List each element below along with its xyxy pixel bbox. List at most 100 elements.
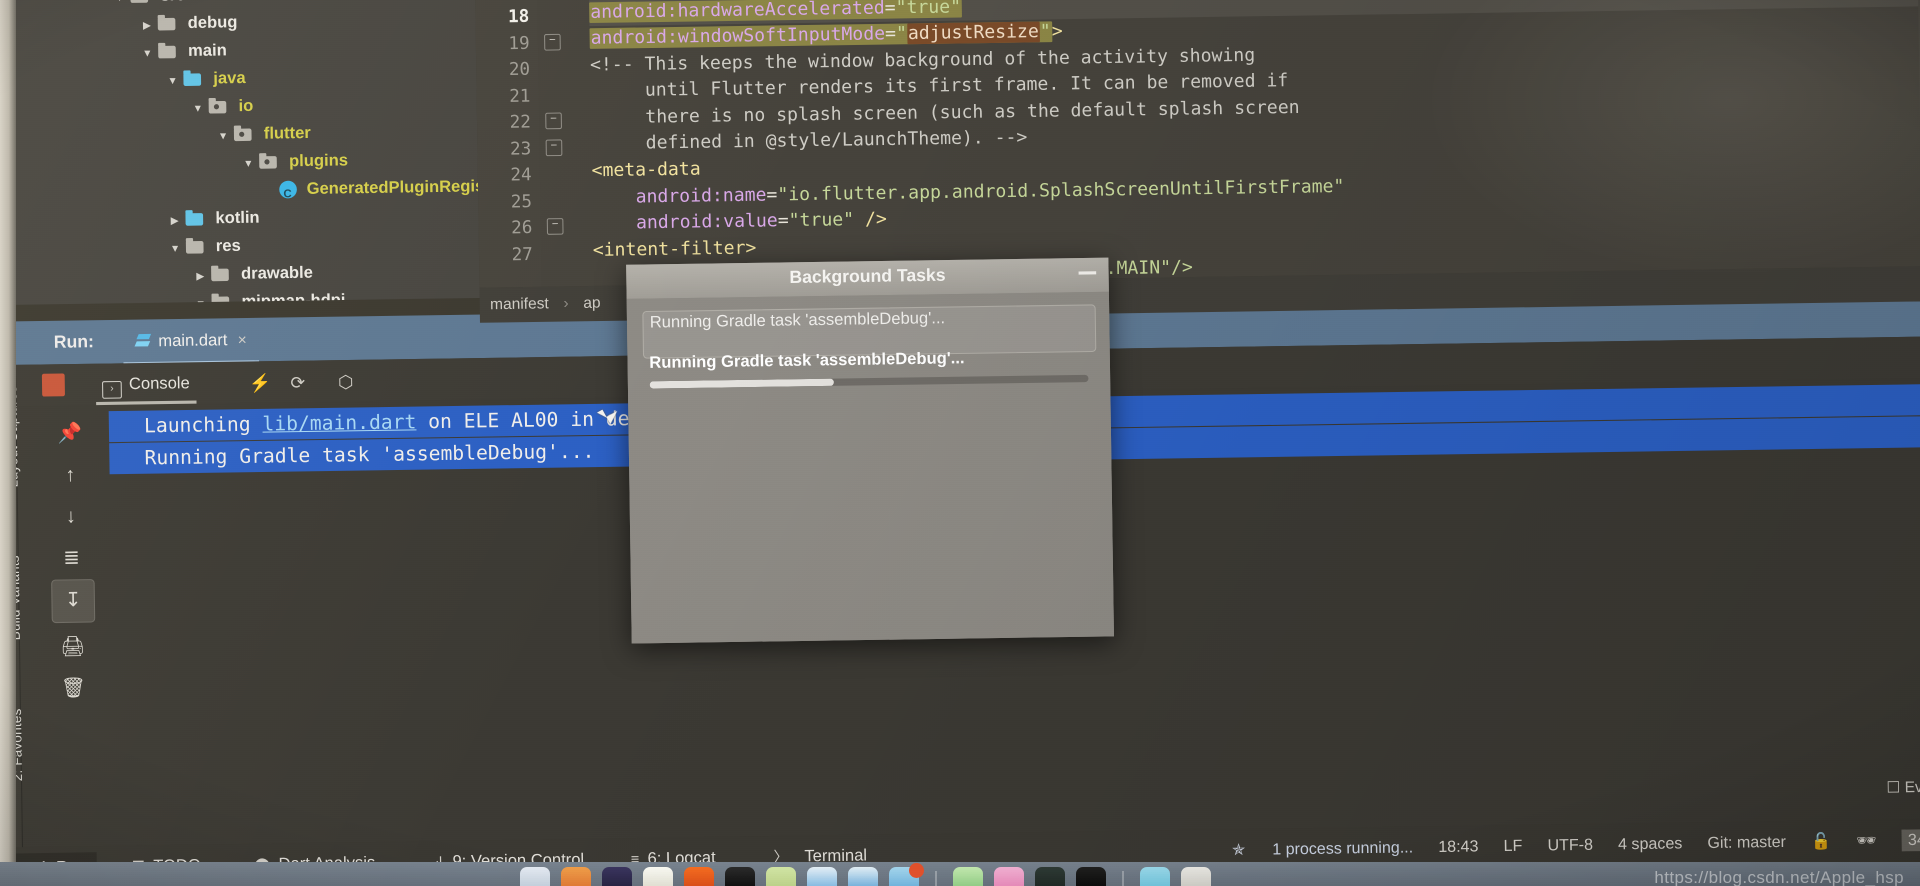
print-icon[interactable]: 🖨 <box>52 627 94 669</box>
code-fold-icon[interactable]: − <box>544 33 561 51</box>
chevron-right-icon[interactable]: ▶ <box>168 207 182 235</box>
messages-icon[interactable] <box>889 863 924 886</box>
status-encoding[interactable]: UTF-8 <box>1547 836 1593 854</box>
debug-shape-icon[interactable]: ⬡ <box>338 372 354 393</box>
dock-icons <box>520 863 1211 886</box>
appstore-icon[interactable] <box>953 867 983 886</box>
code-fold-icon[interactable]: − <box>545 112 562 130</box>
trash-icon[interactable]: 🗑 <box>52 668 94 710</box>
line-number: 17 <box>508 0 530 2</box>
macos-dock[interactable] <box>0 862 1920 886</box>
event-log-label: Event <box>1904 778 1920 797</box>
status-git-branch[interactable]: Git: master <box>1707 833 1786 852</box>
project-tree[interactable]: ▼ src ▶ debug ▼ main ▼ java ▼ <box>9 0 480 305</box>
folder-icon <box>158 44 179 59</box>
flutter-icon <box>135 333 151 350</box>
line-number: 19 <box>508 33 530 55</box>
chrome-icon[interactable] <box>807 867 837 886</box>
code-text[interactable]: gChanges="orientation|keyboardHidden|key… <box>589 0 1920 286</box>
spreadsheet-icon[interactable] <box>1181 867 1211 886</box>
firefox-icon[interactable] <box>684 867 714 886</box>
inspector-icon[interactable]: 🕶 <box>1856 832 1877 850</box>
line-number: 21 <box>509 86 531 108</box>
pin-icon[interactable]: 📌 <box>49 413 91 455</box>
screenshot-root: ▪▶ Resource ▦ 7: Structure ◫ Layout Capt… <box>0 0 1920 886</box>
scroll-up-icon[interactable]: ↑ <box>49 455 91 497</box>
status-line-separator[interactable]: LF <box>1503 837 1522 855</box>
console-icon: › <box>102 380 122 399</box>
stop-button[interactable] <box>41 373 65 397</box>
dialog-title: Background Tasks <box>789 265 946 288</box>
dock-separator <box>1122 871 1124 886</box>
code-fold-icon[interactable]: − <box>545 139 563 157</box>
lightning-icon[interactable]: ⚡ <box>249 374 271 395</box>
chevron-down-icon[interactable]: ▼ <box>194 291 208 305</box>
tab-main-dart[interactable]: main.dart × <box>122 322 260 366</box>
status-process[interactable]: ✯ 1 process running... <box>1211 838 1414 860</box>
finder-icon[interactable] <box>520 867 550 886</box>
hot-restart-icon[interactable]: ⟳ <box>290 373 305 394</box>
tree-label: src <box>160 0 185 5</box>
chevron-down-icon[interactable]: ▼ <box>140 40 154 68</box>
scroll-to-end-icon[interactable]: ↧ <box>51 579 96 624</box>
status-indent[interactable]: 4 spaces <box>1618 835 1682 854</box>
line-number: 24 <box>510 164 532 186</box>
console-side-toolbar[interactable]: 📌 ↑ ↓ ≣ ↧ 🖨 🗑 <box>42 413 102 848</box>
chevron-down-icon[interactable]: ▼ <box>191 95 205 123</box>
notes-icon[interactable] <box>643 867 673 886</box>
unlocked-icon[interactable]: 🔓 <box>1811 833 1831 851</box>
package-folder-icon <box>234 126 254 142</box>
tree-label: flutter <box>263 124 311 143</box>
line-number: 18 <box>507 6 530 28</box>
event-log-button[interactable]: ☐ Event <box>1886 777 1920 796</box>
close-icon[interactable]: × <box>238 331 247 349</box>
terminal-dock-icon[interactable] <box>1076 867 1106 886</box>
folder-icon <box>211 266 232 282</box>
photos-icon[interactable] <box>994 867 1024 886</box>
linux-icon[interactable] <box>725 867 755 886</box>
notes2-icon[interactable] <box>766 867 796 886</box>
tree-label: drawable <box>240 264 314 283</box>
status-memory[interactable]: 343 <box>1901 829 1920 852</box>
badge <box>909 863 924 878</box>
tab-console[interactable]: › Console <box>95 368 197 406</box>
package-folder-icon <box>259 154 280 169</box>
chevron-right-icon[interactable]: ▶ <box>140 12 154 40</box>
code-editor[interactable]: 17 18 19 20 21 22 23 24 25 26 27 − − − −… <box>474 0 1920 288</box>
edge-icon[interactable] <box>848 867 878 886</box>
run-label: Run: <box>53 331 95 352</box>
files-icon[interactable] <box>1140 867 1170 886</box>
minimize-icon[interactable] <box>1078 271 1097 275</box>
tab-label: main.dart <box>158 331 228 351</box>
code-line: <intent-filter> <box>592 237 757 262</box>
soft-wrap-icon[interactable]: ≣ <box>51 538 93 580</box>
breadcrumb-item-application[interactable]: ap <box>583 294 601 312</box>
line-number: 25 <box>510 191 533 213</box>
chevron-down-icon[interactable]: ▼ <box>241 150 255 178</box>
calculator-icon[interactable] <box>1035 867 1065 886</box>
status-process-label: 1 process running... <box>1272 838 1414 859</box>
tree-label: mipmap-hdpi <box>241 291 346 305</box>
chevron-right-icon[interactable]: ▶ <box>193 263 207 291</box>
safari-icon[interactable] <box>602 867 632 886</box>
chevron-down-icon[interactable]: ▼ <box>216 123 230 151</box>
highlighted-token: adjustResize <box>906 21 1040 45</box>
chevron-down-icon[interactable]: ▼ <box>166 67 180 95</box>
dock-separator <box>935 871 937 886</box>
editor-gutter[interactable]: 17 18 19 20 21 22 23 24 25 26 27 <box>474 0 542 288</box>
background-tasks-dialog[interactable]: Background Tasks Running Gradle task 'as… <box>626 257 1114 644</box>
line-number: 27 <box>511 244 533 266</box>
event-log-icon: ☐ <box>1886 778 1901 797</box>
code-fold-icon[interactable]: − <box>546 218 564 235</box>
chevron-down-icon[interactable]: ▼ <box>168 235 182 263</box>
code-line: <meta-data <box>591 159 701 182</box>
status-time: 18:43 <box>1438 837 1479 857</box>
ide-screen: ▪▶ Resource ▦ 7: Structure ◫ Layout Capt… <box>0 0 1920 886</box>
launchpad-icon[interactable] <box>561 867 591 886</box>
dialog-body: Running Gradle task 'assembleDebug'... R… <box>626 291 1114 644</box>
console-link-main-dart[interactable]: lib/main.dart <box>262 411 416 436</box>
breadcrumb-item-manifest[interactable]: manifest <box>490 295 549 313</box>
tree-label: main <box>187 41 227 61</box>
scroll-down-icon[interactable]: ↓ <box>50 496 92 538</box>
line-number: 22 <box>509 111 531 133</box>
